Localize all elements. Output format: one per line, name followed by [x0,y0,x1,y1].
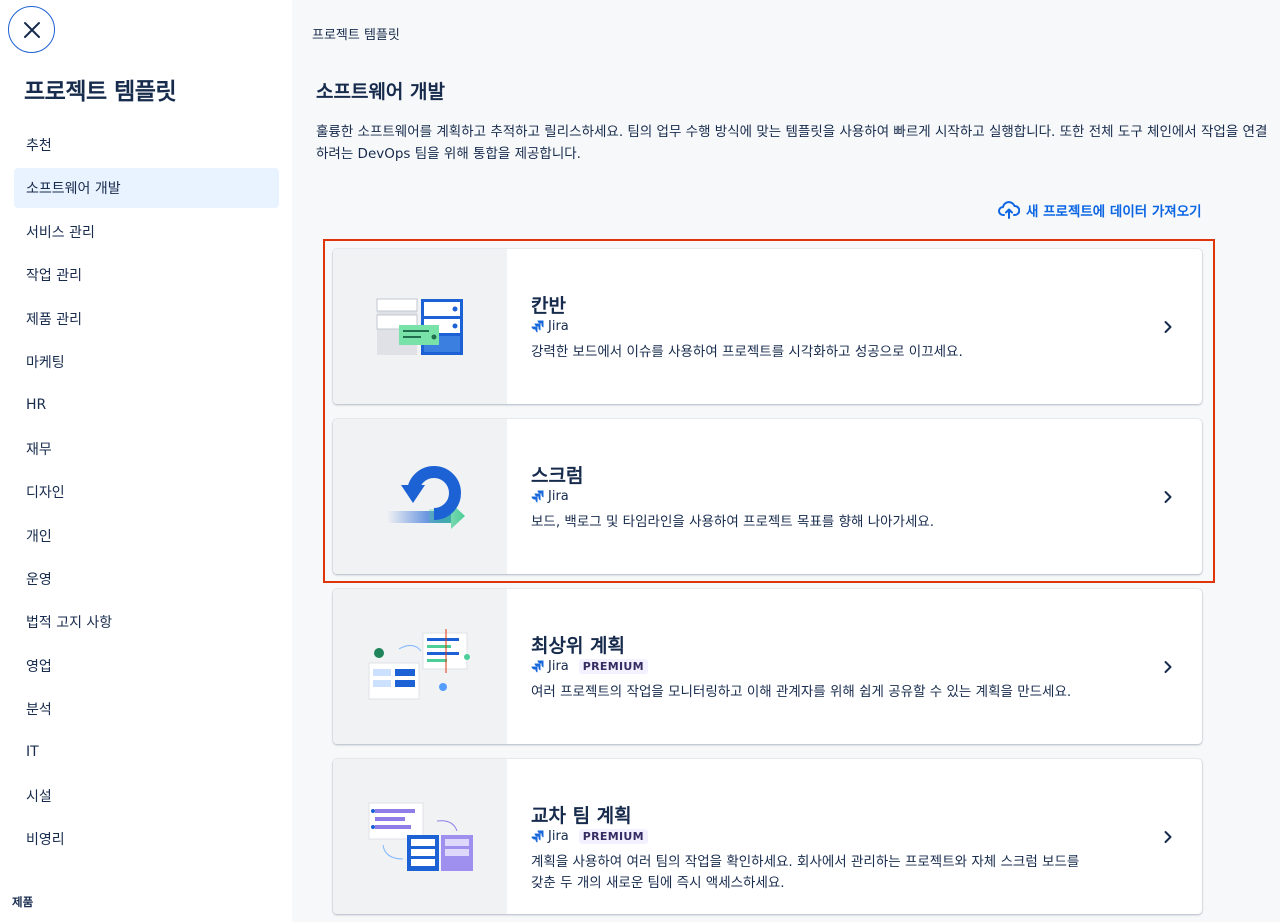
sidebar-item-work-management[interactable]: 작업 관리 [14,255,279,295]
template-title: 칸반 [531,295,566,317]
sidebar-item-product-management[interactable]: 제품 관리 [14,299,279,339]
template-product-name: Jira [548,659,569,674]
cross-team-planning-illustration [333,759,507,914]
template-card-body: 스크럼 Jira 보드, 백로그 및 타임라인을 사용하여 프로젝트 목표를 향… [507,419,1202,574]
import-data-link-label: 새 프로젝트에 데이터 가져오기 [1026,204,1202,220]
kanban-illustration [333,249,507,404]
template-product: Jira PREMIUM [531,659,648,674]
template-product: Jira PREMIUM [531,829,648,844]
sidebar-item-design[interactable]: 디자인 [14,472,279,512]
close-icon [23,21,40,38]
jira-logo-icon [531,660,544,673]
sidebar-item-it[interactable]: IT [14,732,279,772]
template-card-body: 최상위 계획 Jira PREMIUM 여러 프로젝트의 작업을 모니터링하고 … [507,589,1202,744]
template-product-name: Jira [548,829,569,844]
sidebar-item-personal[interactable]: 개인 [14,516,279,556]
template-title: 교차 팀 계획 [531,805,632,827]
sidebar-item-analytics[interactable]: 분석 [14,689,279,729]
template-card-scrum[interactable]: 스크럼 Jira 보드, 백로그 및 타임라인을 사용하여 프로젝트 목표를 향… [333,419,1202,574]
sidebar-item-service-management[interactable]: 서비스 관리 [14,212,279,252]
sidebar-item-operations[interactable]: 운영 [14,559,279,599]
page-description: 훌륭한 소프트웨어를 계획하고 추적하고 릴리스하세요. 팀의 업무 수행 방식… [316,124,1268,162]
sidebar-item-facilities[interactable]: 시설 [14,776,279,816]
template-product: Jira [531,319,569,334]
page-title: 소프트웨어 개발 [316,81,445,103]
chevron-right-icon [1164,490,1172,503]
template-description: 계획을 사용하여 여러 팀의 작업을 확인하세요. 회사에서 관리하는 프로젝트… [531,854,1080,891]
chevron-right-icon [1164,830,1172,843]
chevron-right-icon [1164,660,1172,673]
sidebar-item-nonprofit[interactable]: 비영리 [14,819,279,859]
sidebar-item-finance[interactable]: 재무 [14,429,279,469]
template-product-name: Jira [548,319,569,334]
jira-logo-icon [531,320,544,333]
sidebar-section-products: 제품 [12,895,34,909]
sidebar-item-software-development[interactable]: 소프트웨어 개발 [14,168,279,209]
template-card-body: 교차 팀 계획 Jira PREMIUM 계획을 사용하여 여러 팀의 작업을 … [507,759,1202,914]
scrum-illustration [333,419,507,574]
sidebar-item-legal[interactable]: 법적 고지 사항 [14,602,279,642]
template-description: 여러 프로젝트의 작업을 모니터링하고 이해 관계자를 위해 쉽게 공유할 수 … [531,684,1072,700]
jira-logo-icon [531,490,544,503]
top-level-planning-illustration [333,589,507,744]
sidebar-item-sales[interactable]: 영업 [14,646,279,686]
template-title: 스크럼 [531,465,584,487]
sidebar-item-recommended[interactable]: 추천 [14,125,279,165]
premium-badge: PREMIUM [578,829,648,844]
jira-logo-icon [531,830,544,843]
template-product-name: Jira [548,489,569,504]
sidebar-title: 프로젝트 템플릿 [24,79,177,105]
template-card-body: 칸반 Jira 강력한 보드에서 이슈를 사용하여 프로젝트를 시각화하고 성공… [507,249,1202,404]
cloud-upload-icon [998,201,1020,219]
sidebar: 프로젝트 템플릿 추천 소프트웨어 개발 서비스 관리 작업 관리 제품 관리 … [0,0,292,922]
template-card-cross-team-planning[interactable]: 교차 팀 계획 Jira PREMIUM 계획을 사용하여 여러 팀의 작업을 … [333,759,1202,914]
close-button[interactable] [8,6,55,53]
template-description: 강력한 보드에서 이슈를 사용하여 프로젝트를 시각화하고 성공으로 이끄세요. [531,344,963,360]
category-nav: 추천 소프트웨어 개발 서비스 관리 작업 관리 제품 관리 마케팅 HR 재무… [14,125,279,863]
template-card-kanban[interactable]: 칸반 Jira 강력한 보드에서 이슈를 사용하여 프로젝트를 시각화하고 성공… [333,249,1202,404]
template-title: 최상위 계획 [531,635,626,657]
main-content: 프로젝트 템플릿 소프트웨어 개발 훌륭한 소프트웨어를 계획하고 추적하고 릴… [292,0,1280,922]
import-data-link[interactable]: 새 프로젝트에 데이터 가져오기 [998,200,1202,220]
template-description: 보드, 백로그 및 타임라인을 사용하여 프로젝트 목표를 향해 나아가세요. [531,514,935,530]
sidebar-item-marketing[interactable]: 마케팅 [14,342,279,382]
premium-badge: PREMIUM [578,659,648,674]
breadcrumb[interactable]: 프로젝트 템플릿 [312,24,400,43]
sidebar-item-hr[interactable]: HR [14,385,279,425]
template-card-top-level-planning[interactable]: 최상위 계획 Jira PREMIUM 여러 프로젝트의 작업을 모니터링하고 … [333,589,1202,744]
chevron-right-icon [1164,320,1172,333]
template-product: Jira [531,489,569,504]
